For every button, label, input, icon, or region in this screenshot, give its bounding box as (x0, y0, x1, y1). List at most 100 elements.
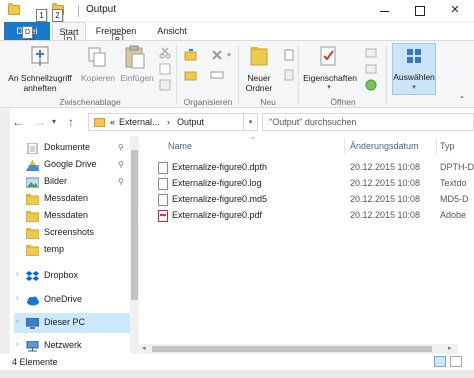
nav-item-label: Dieser PC (44, 317, 86, 327)
close-button[interactable]: ✕ (440, 0, 470, 22)
new-folder-label-line-1: Neuer (247, 73, 271, 83)
new-folder-icon (250, 47, 268, 66)
pin-icon[interactable]: ⚲ (118, 160, 124, 169)
history-icon[interactable] (364, 79, 378, 91)
file-icon (158, 194, 168, 206)
cut-icon[interactable] (158, 47, 172, 59)
folder-icon (26, 228, 39, 239)
select-button[interactable]: Auswählen ▾ (392, 43, 436, 95)
group-separator (386, 45, 387, 105)
search-input[interactable]: "Output" durchsuchen (262, 113, 474, 131)
address-path-field[interactable]: « External... › Output (88, 113, 244, 131)
network-icon (26, 341, 39, 352)
keytip-2: 2 (52, 9, 63, 22)
ribbon-tabs: Datei D Start R Freigeben B Ansicht (0, 22, 474, 47)
file-row[interactable]: Externalize-figure0.md5 20.12.2015 10:08… (140, 192, 474, 208)
column-separator[interactable] (344, 138, 345, 154)
new-folder-button[interactable]: Neuer Ordner (240, 73, 278, 93)
pictures-icon (26, 177, 39, 188)
nav-item-dropbox[interactable]: › Dropbox (14, 266, 130, 286)
easy-access-icon[interactable] (282, 69, 296, 81)
expand-chevron-icon[interactable]: › (16, 271, 18, 278)
column-header-type[interactable]: Typ (440, 136, 474, 156)
file-name: Externalize-figure0.pdf (172, 210, 263, 220)
file-name: Externalize-figure0.md5 (172, 194, 268, 204)
paste-button[interactable]: Einfügen (118, 73, 156, 83)
expand-chevron-icon[interactable]: › (16, 318, 18, 325)
copy-to-icon[interactable] (184, 69, 198, 81)
tab-ansicht[interactable]: Ansicht (152, 22, 192, 40)
title-separator (78, 5, 79, 17)
file-type: DPTH-D (440, 162, 474, 172)
delete-icon[interactable] (210, 49, 224, 61)
pin-icon[interactable]: ⚲ (118, 143, 124, 152)
pin-icon[interactable]: ⚲ (118, 177, 124, 186)
file-list: Name ⌃ Änderungsdatum Typ Externalize-fi… (140, 136, 474, 354)
maximize-button[interactable] (405, 0, 435, 22)
group-label-open: Öffnen (330, 97, 356, 107)
nav-item-netzwerk[interactable]: › Netzwerk (14, 336, 130, 354)
properties-button[interactable]: Eigenschaften (300, 73, 360, 83)
properties-icon (320, 46, 336, 66)
nav-scrollbar-thumb[interactable] (131, 150, 138, 300)
copy-icon (88, 47, 106, 67)
details-view-icon[interactable] (434, 356, 446, 367)
qat-folder-icon[interactable] (8, 3, 20, 15)
breadcrumb-output[interactable]: Output (177, 117, 204, 127)
file-type: MD5-D (440, 194, 469, 204)
group-separator (176, 45, 177, 105)
address-dropdown-icon[interactable]: ▾ (244, 113, 258, 131)
breadcrumb-separator[interactable]: › (167, 117, 170, 127)
up-arrow-icon[interactable]: ↑ (68, 115, 74, 129)
dropbox-icon (26, 271, 39, 281)
nav-item-label: OneDrive (44, 294, 83, 304)
new-item-icon[interactable] (282, 49, 296, 61)
large-icons-view-icon[interactable] (450, 356, 462, 367)
item-count: 4 Elemente (12, 357, 58, 367)
horizontal-scrollbar-thumb[interactable] (152, 346, 432, 352)
select-dropdown-icon: ▾ (412, 84, 416, 91)
ribbon-collapse-icon[interactable]: ⌃ (456, 95, 468, 105)
title-bar: 1 2 Output ✕ (0, 0, 474, 22)
edit-icon[interactable] (364, 63, 378, 75)
file-row[interactable]: Externalize-figure0.pdf 20.12.2015 10:08… (140, 208, 474, 224)
nav-item-label: Screenshots (44, 227, 95, 237)
copy-path-icon[interactable] (158, 63, 172, 75)
address-bar: ← → ▾ ↑ « External... › Output ▾ "Output… (0, 108, 474, 136)
column-header-date[interactable]: Änderungsdatum (350, 136, 436, 156)
column-separator[interactable] (436, 138, 437, 154)
file-icon (158, 162, 168, 174)
nav-scrollbar[interactable] (130, 136, 139, 354)
back-arrow-icon[interactable]: ← (12, 115, 24, 129)
copy-button[interactable]: Kopieren (80, 73, 116, 83)
navigation-pane: Dokumente ⚲ Google Drive ⚲ Bilder ⚲ Mess… (14, 136, 130, 354)
breadcrumb-overflow[interactable]: « (110, 117, 115, 127)
file-row[interactable]: Externalize-figure0.dpth 20.12.2015 10:0… (140, 160, 474, 176)
recent-locations-icon[interactable]: ▾ (52, 117, 56, 126)
text-file-icon (158, 178, 168, 190)
scroll-right-icon[interactable]: ▸ (448, 344, 452, 352)
expand-chevron-icon[interactable]: › (16, 295, 18, 302)
move-to-icon[interactable] (184, 49, 198, 61)
nav-item-dieser-pc[interactable]: › Dieser PC (14, 313, 130, 333)
horizontal-scrollbar[interactable]: ◂ ▸ (140, 344, 458, 354)
nav-item-temp[interactable]: temp (14, 240, 130, 260)
pin-label-line-2: anheften (23, 83, 57, 93)
expand-chevron-icon[interactable]: › (16, 341, 18, 348)
delete-dropdown-icon[interactable]: ▾ (224, 51, 234, 61)
pin-quick-access-button[interactable]: An Schnellzugriff anheften (4, 73, 76, 93)
nav-item-onedrive[interactable]: › OneDrive (14, 290, 130, 310)
scroll-left-icon[interactable]: ◂ (142, 344, 146, 352)
forward-arrow-icon[interactable]: → (34, 115, 46, 129)
nav-item-label: temp (44, 244, 65, 254)
file-type: Textdo (440, 178, 467, 188)
breadcrumb-external[interactable]: External... (119, 117, 160, 127)
file-row[interactable]: Externalize-figure0.log 20.12.2015 10:08… (140, 176, 474, 192)
paste-shortcut-icon[interactable] (158, 79, 172, 91)
properties-dropdown-icon[interactable]: ▾ (322, 83, 336, 93)
minimize-button[interactable] (370, 0, 400, 22)
open-icon[interactable] (364, 47, 378, 59)
rename-icon[interactable] (210, 69, 224, 81)
nav-item-label: Google Drive (44, 159, 97, 169)
file-date: 20.12.2015 10:08 (350, 162, 421, 172)
